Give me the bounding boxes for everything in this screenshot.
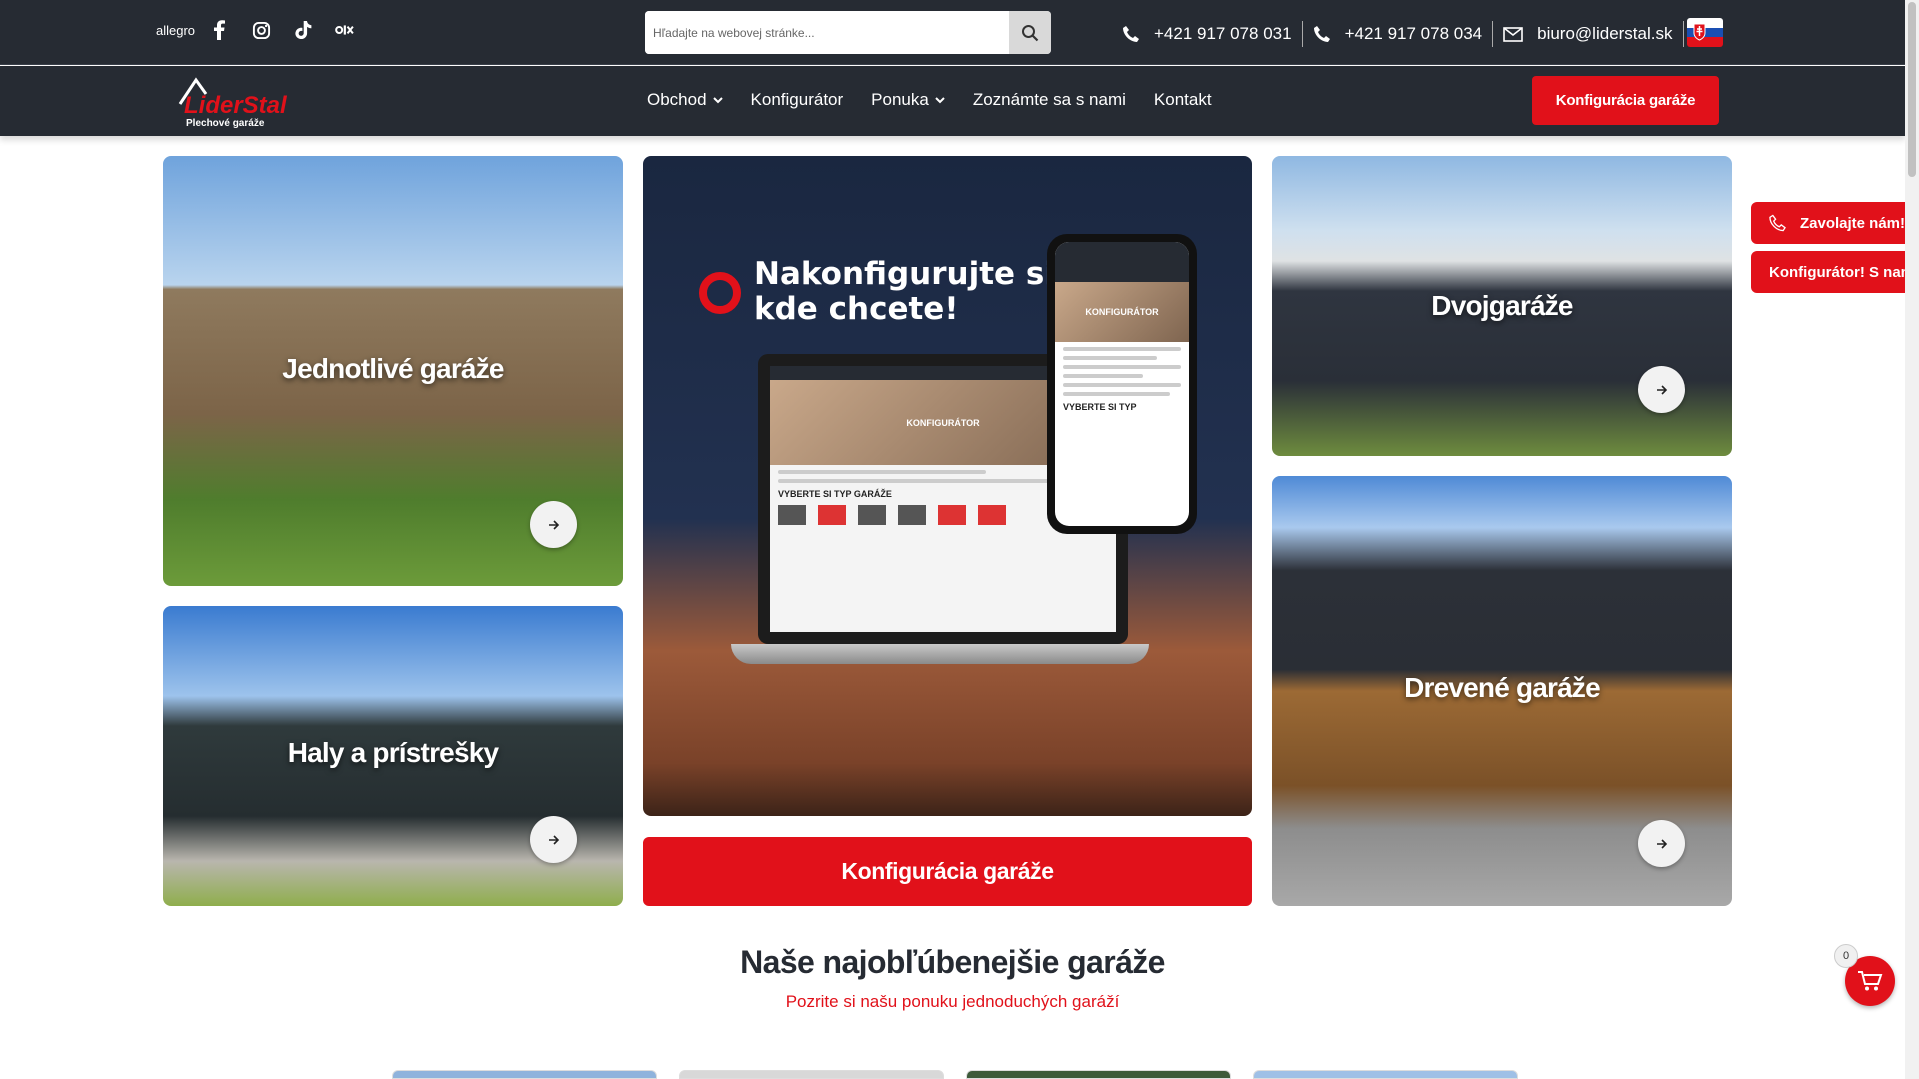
nav-item-about[interactable]: Zoznámte sa s nami — [973, 90, 1126, 110]
tile-label: Jednotlivé garáže — [282, 353, 504, 384]
email: biuro@liderstal.sk — [1537, 24, 1673, 43]
social-links: allegro — [156, 20, 355, 40]
tile-label: Dvojgaráže — [1431, 290, 1573, 321]
svg-text:Plechové garáže: Plechové garáže — [186, 118, 265, 129]
page-scrollbar[interactable] — [1905, 0, 1919, 1079]
allegro-link[interactable]: allegro — [156, 23, 195, 38]
configurator-side-button[interactable]: Konfigurátor! S nami — [1751, 251, 1905, 293]
configurator-side-label: Konfigurátor! S nami — [1769, 263, 1905, 281]
nav-item-label: Kontakt — [1153, 90, 1212, 109]
chevron-down-icon — [712, 96, 723, 103]
product-card[interactable] — [966, 1070, 1231, 1079]
tile-configurator-promo[interactable]: Nakonfigurujte si kde chcete! KONFIGURÁT… — [643, 156, 1252, 816]
nav-item-kontakt[interactable]: Kontakt — [1154, 90, 1212, 110]
instagram-icon[interactable] — [251, 20, 271, 40]
contact-info: +421 917 078 031 +421 917 078 034 biuro@… — [1122, 21, 1694, 47]
section-title: Naše najobľúbenejšie garáže — [740, 944, 1165, 980]
search-box — [645, 11, 1051, 54]
nav-menu: Obchod Konfigurátor Ponuka Zoznámte sa s… — [647, 90, 1212, 110]
phone-2: +421 917 078 034 — [1344, 24, 1483, 43]
top-bar: allegro +421 917 078 031 +421 917 078 03… — [0, 0, 1905, 65]
product-card[interactable] — [392, 1070, 657, 1079]
arrow-right-icon[interactable] — [530, 501, 577, 548]
phone-mockup: KONFIGURÁTOR VYBERTE SI TYP — [1047, 234, 1197, 534]
phone-icon — [1123, 26, 1139, 42]
phone-screen-footer: VYBERTE SI TYP — [1063, 402, 1137, 412]
configure-garage-big-button[interactable]: Konfigurácia garáže — [643, 837, 1252, 906]
logo[interactable]: LiderStal Plechové garáže — [174, 74, 304, 129]
olx-icon[interactable] — [335, 20, 355, 40]
mail-icon — [1503, 26, 1523, 42]
nav-item-konfigurator[interactable]: Konfigurátor — [751, 90, 844, 110]
search-icon — [1022, 24, 1039, 41]
tile-wooden-garages[interactable]: Drevené garáže — [1272, 476, 1732, 906]
nav-item-label: Konfigurátor — [750, 90, 844, 109]
facebook-icon[interactable] — [209, 20, 229, 40]
svg-text:LiderStal: LiderStal — [184, 92, 288, 119]
configure-garage-button[interactable]: Konfigurácia garáže — [1532, 76, 1719, 125]
call-us-button[interactable]: Zavolajte nám! — [1751, 202, 1905, 244]
arrow-right-icon[interactable] — [1638, 366, 1685, 413]
section-subtitle: Pozrite si našu ponuku jednoduchých gará… — [785, 992, 1120, 1011]
main-nav: LiderStal Plechové garáže Obchod Konfigu… — [0, 66, 1905, 136]
email-link[interactable]: biuro@liderstal.sk — [1503, 24, 1673, 44]
phone-2-link[interactable]: +421 917 078 034 — [1313, 24, 1483, 44]
headline-line: Nakonfigurujte si — [754, 256, 1055, 292]
cart-count-badge: 0 — [1834, 944, 1858, 968]
product-card[interactable] — [679, 1070, 944, 1079]
search-input[interactable] — [645, 11, 1009, 54]
tiktok-icon[interactable] — [293, 20, 313, 40]
tile-double-garages[interactable]: Dvojgaráže — [1272, 156, 1732, 456]
phone-icon — [1769, 214, 1786, 232]
phone-1-link[interactable]: +421 917 078 031 — [1122, 24, 1292, 44]
phone-screen-label: KONFIGURÁTOR — [1055, 282, 1189, 342]
product-card[interactable] — [1253, 1070, 1518, 1079]
tile-label: Haly a prístrešky — [287, 737, 499, 768]
arrow-right-icon[interactable] — [530, 816, 577, 863]
arrow-right-icon[interactable] — [1638, 820, 1685, 867]
nav-item-ponuka[interactable]: Ponuka — [871, 90, 945, 110]
ring-icon — [699, 272, 741, 314]
tile-label: Drevené garáže — [1404, 672, 1601, 703]
search-button[interactable] — [1009, 11, 1051, 54]
headline-line: kde chcete! — [754, 291, 959, 327]
sk-flag-icon[interactable] — [1687, 18, 1723, 47]
nav-item-label: Obchod — [647, 90, 707, 109]
phone-1: +421 917 078 031 — [1154, 24, 1292, 43]
tile-halls-shelters[interactable]: Haly a prístrešky — [163, 606, 623, 906]
divider — [1301, 21, 1303, 47]
cart-icon — [1858, 971, 1883, 991]
nav-item-label: Zoznámte sa s nami — [972, 90, 1126, 109]
nav-item-label: Ponuka — [871, 90, 929, 109]
phone-icon — [1313, 26, 1330, 42]
product-carousel — [392, 1070, 1518, 1079]
nav-item-obchod[interactable]: Obchod — [647, 90, 723, 110]
tile-single-garages[interactable]: Jednotlivé garáže — [163, 156, 623, 586]
divider — [1682, 21, 1684, 47]
configurator-headline: Nakonfigurujte si kde chcete! — [754, 257, 1055, 327]
divider — [1492, 21, 1494, 47]
call-us-label: Zavolajte nám! — [1799, 214, 1905, 232]
chevron-down-icon — [935, 96, 945, 103]
